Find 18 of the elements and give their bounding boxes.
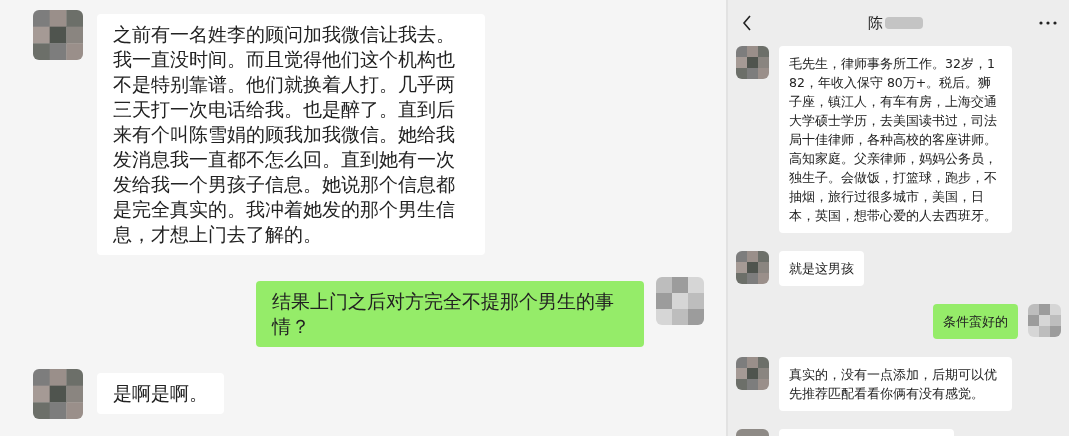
avatar: [33, 369, 83, 419]
message-bubble: 毛先生，律师事务所工作。32岁，182，年收入保守 80万+。税后。狮子座，镇江人，有车有房，上海交通大学硕士学历，去美国读书过，司法局十佳律师，各种高校的客座讲师。高知家庭。父亲律师，妈妈公务员，独生子。会做饭，打篮球，跑步，不抽烟，旅行过很多城市，美国，日本，英国，想带心爱的人去西班牙。: [779, 46, 1012, 233]
back-icon[interactable]: [742, 15, 752, 31]
avatar: [736, 251, 769, 284]
message-bubble: 是啊是啊。: [97, 373, 224, 414]
avatar: [656, 277, 704, 325]
blurred-name: [885, 16, 923, 30]
more-icon[interactable]: [1039, 21, 1057, 25]
message-bubble: 条件蛮好的: [933, 304, 1018, 339]
message-bubble: 就是这男孩: [779, 251, 864, 286]
avatar: [1028, 304, 1061, 337]
contact-name: 陈: [868, 13, 883, 33]
avatar: [33, 10, 83, 60]
avatar: [736, 357, 769, 390]
message-bubble: 真实的，没有一点添加，后期可以优先推荐匹配看看你俩有没有感觉。: [779, 357, 1012, 411]
avatar: [736, 46, 769, 79]
message-bubble: 之前有一名姓李的顾问加我微信让我去。我一直没时间。而且觉得他们这个机构也不是特别靠谱。他们就换着人打。几乎两三天打一次电话给我。也是醉了。直到后来有个叫陈雪娟的顾我加我微信。她给我发消息我一直都不怎么回。直到她有一次发给我一个男孩子信息。她说那个信息都是完全真实的。我冲着她发的那个男生信息，才想上门去了解的。: [97, 14, 485, 255]
message-bubble: 结果上门之后对方完全不提那个男生的事情？: [256, 281, 644, 347]
